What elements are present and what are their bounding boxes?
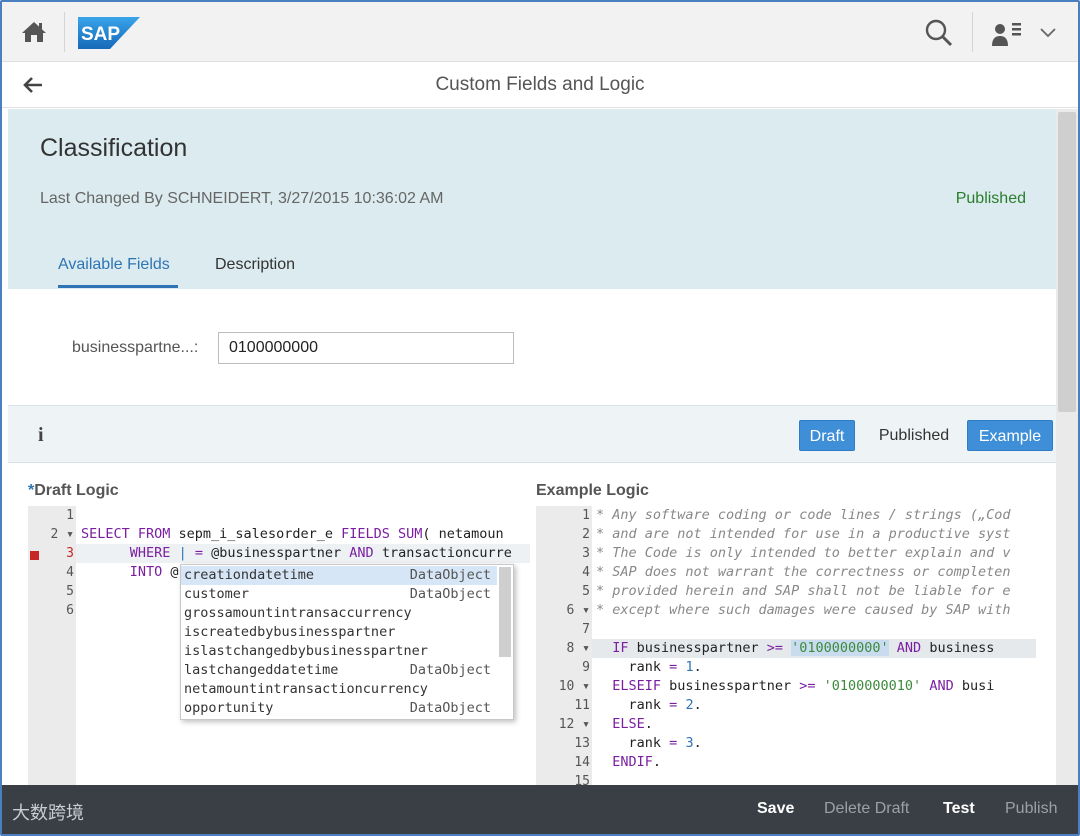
shell-bar: SAP — [2, 2, 1078, 62]
logic-toolbar: i Draft Published Example — [8, 405, 1056, 463]
autocomplete-item-name: lastchangeddatetime — [184, 662, 339, 678]
app-window: SAP Custom Fields and Logic Classificati… — [0, 0, 1080, 836]
watermark: 大数跨境 — [12, 803, 84, 823]
line-number: 8 ▾ — [566, 641, 590, 656]
home-icon[interactable] — [20, 20, 48, 44]
autocomplete-item-type: DataObject — [409, 662, 491, 678]
autocomplete-item[interactable]: lastchangeddatetime DataObject — [181, 661, 497, 680]
object-header: Classification Last Changed By SCHNEIDER… — [8, 109, 1056, 289]
code-line: ELSE. — [612, 716, 653, 732]
autocomplete-item-type: DataObject — [409, 700, 491, 716]
line-number: 1 — [66, 508, 74, 523]
businesspartner-input[interactable] — [218, 332, 514, 364]
user-menu-icon[interactable] — [990, 20, 1024, 48]
line-number: 14 — [574, 755, 590, 770]
sap-logo[interactable]: SAP — [78, 17, 140, 49]
autocomplete-scrollbar[interactable] — [499, 567, 511, 657]
autocomplete-item-name: islastchangedbybusinesspartner — [184, 643, 428, 659]
shell-separator — [64, 12, 65, 52]
autocomplete-popup[interactable]: creationdatetime DataObject customer DataOb… — [180, 564, 514, 720]
published-button[interactable]: Published — [867, 420, 961, 451]
draft-button[interactable]: Draft — [799, 420, 855, 451]
object-title: Classification — [40, 134, 188, 162]
last-changed-info: Last Changed By SCHNEIDERT, 3/27/2015 10… — [40, 190, 444, 207]
publish-button[interactable]: Publish — [1005, 800, 1057, 818]
autocomplete-item-name: grossamountintransaccurrency — [184, 605, 412, 621]
footer-toolbar: 大数跨境 Save Delete Draft Test Publish — [2, 785, 1078, 834]
autocomplete-item-type: DataObject — [409, 586, 491, 602]
line-number: 7 — [582, 622, 590, 637]
code-line: rank = 3. — [596, 735, 702, 751]
delete-draft-button[interactable]: Delete Draft — [824, 800, 909, 818]
draft-logic-label: *Draft Logic — [28, 482, 119, 499]
code-line: SELECT FROM sepm_i_salesorder_e FIELDS S… — [81, 526, 504, 542]
line-number: 4 — [582, 565, 590, 580]
example-button[interactable]: Example — [967, 420, 1053, 451]
autocomplete-item[interactable]: netamountintransactioncurrency — [181, 680, 497, 699]
save-button[interactable]: Save — [757, 800, 794, 818]
autocomplete-item[interactable]: iscreatedbybusinesspartner — [181, 623, 497, 642]
line-number: 2 — [582, 527, 590, 542]
active-tab-indicator — [58, 285, 178, 288]
autocomplete-item-name: creationdatetime — [184, 567, 315, 583]
line-number: 1 — [582, 508, 590, 523]
line-number: 5 — [66, 584, 74, 599]
autocomplete-item-name: iscreatedbybusinesspartner — [184, 624, 396, 640]
code-line: * except where such damages were caused … — [596, 602, 1011, 618]
line-number: 9 — [582, 660, 590, 675]
line-number: 2 ▾ — [50, 527, 74, 542]
code-line: * and are not intended for use in a prod… — [596, 526, 1011, 542]
line-number: 6 ▾ — [566, 603, 590, 618]
line-number: 13 — [574, 736, 590, 751]
line-number: 3 — [582, 546, 590, 561]
editors-panel: *Draft Logic SELECT FROM sepm_i_salesord… — [8, 464, 1056, 789]
line-number: 10 ▾ — [558, 679, 590, 694]
autocomplete-item[interactable]: grossamountintransaccurrency — [181, 604, 497, 623]
page-scrollbar-thumb[interactable] — [1058, 112, 1076, 412]
autocomplete-item-name: customer — [184, 586, 250, 602]
status-badge: Published — [955, 190, 1026, 207]
page-title: Custom Fields and Logic — [435, 74, 645, 95]
line-number: 6 — [66, 603, 74, 618]
code-line: ENDIF. — [612, 754, 662, 770]
line-number: 12 ▾ — [558, 717, 590, 732]
page-title-bar: Custom Fields and Logic — [2, 62, 1078, 108]
code-line: rank = 2. — [596, 697, 702, 713]
line-number: 5 — [582, 584, 590, 599]
line-number: 11 — [574, 698, 590, 713]
autocomplete-item[interactable]: islastchangedbybusinesspartner — [181, 642, 497, 661]
svg-text:SAP: SAP — [81, 24, 120, 45]
search-icon[interactable] — [924, 18, 954, 48]
autocomplete-item[interactable]: opportunity DataObject — [181, 699, 497, 718]
code-line: ELSEIF businesspartner >= '0100000010' A… — [612, 678, 995, 694]
example-code-editor[interactable]: * Any software coding or code lines / st… — [592, 506, 1036, 785]
code-line: IF businesspartner >= '0100000000' AND b… — [612, 640, 995, 656]
code-line: INTO @ — [129, 564, 179, 580]
businesspartner-label: businesspartne...: — [72, 339, 199, 356]
tab-available-fields[interactable]: Available Fields — [58, 256, 170, 274]
autocomplete-item-name: netamountintransactioncurrency — [184, 681, 428, 697]
code-line: rank = 1. — [596, 659, 702, 675]
autocomplete-item[interactable]: customer DataObject — [181, 585, 497, 604]
autocomplete-item-name: opportunity — [184, 700, 274, 716]
autocomplete-item[interactable]: creationdatetime DataObject — [181, 566, 497, 585]
code-line: * provided herein and SAP shall not be l… — [596, 583, 1011, 599]
example-logic-label: Example Logic — [536, 482, 649, 499]
code-line: WHERE | = @businesspartner AND transacti… — [129, 545, 512, 561]
tab-description[interactable]: Description — [215, 256, 295, 274]
code-line: * Any software coding or code lines / st… — [596, 507, 1011, 523]
line-number: 4 — [66, 565, 74, 580]
code-line: * SAP does not warrant the correctness o… — [596, 564, 1011, 580]
autocomplete-item-type: DataObject — [409, 567, 491, 583]
fields-panel: businesspartne...: — [8, 290, 1056, 405]
code-line: * The Code is only intended to better ex… — [596, 545, 1011, 561]
info-icon[interactable]: i — [38, 424, 44, 447]
error-marker-icon[interactable] — [30, 551, 39, 560]
chevron-down-icon[interactable] — [1038, 24, 1058, 40]
shell-separator — [972, 12, 973, 52]
test-button[interactable]: Test — [943, 800, 975, 818]
